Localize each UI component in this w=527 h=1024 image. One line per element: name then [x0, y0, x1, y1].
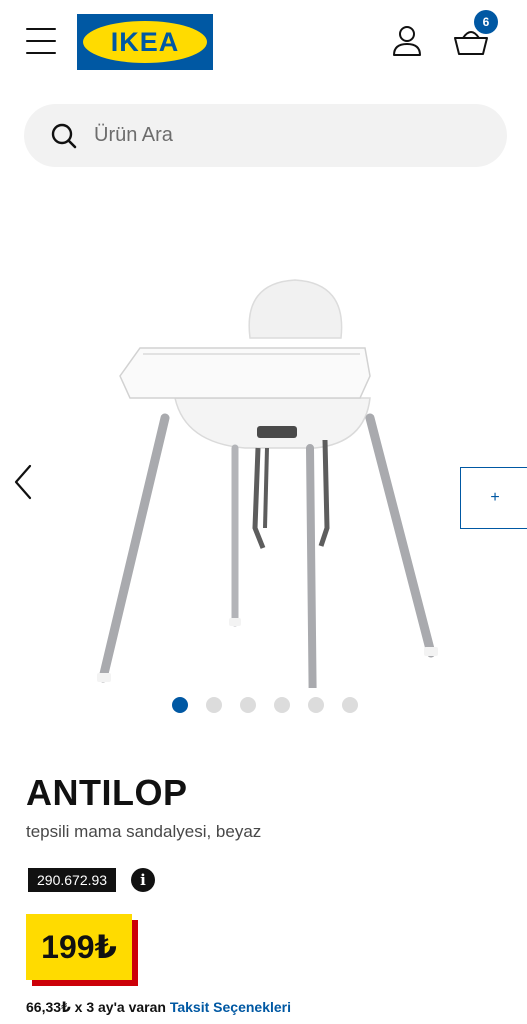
product-description: tepsili mama sandalyesi, beyaz — [26, 822, 262, 841]
header: IKEA 6 — [0, 0, 527, 86]
menu-button[interactable] — [24, 22, 60, 60]
user-icon[interactable] — [388, 22, 426, 60]
product-gallery: + — [0, 180, 527, 688]
menu-icon-line — [26, 40, 56, 42]
installment-options-link[interactable]: Taksit Seçenekleri — [170, 999, 291, 1015]
cart-count-badge: 6 — [474, 10, 498, 34]
ikea-logo[interactable]: IKEA — [77, 14, 213, 70]
menu-icon-line — [26, 28, 56, 30]
carousel-dot-2[interactable] — [206, 697, 222, 713]
carousel-dot-1[interactable] — [172, 697, 188, 713]
add-to-list-button[interactable]: + — [460, 467, 527, 529]
logo-text: IKEA — [111, 27, 180, 57]
product-image[interactable] — [95, 228, 445, 688]
installment-text: 66,33₺ x 3 ay'a varan — [26, 999, 166, 1015]
menu-icon-line — [26, 52, 56, 54]
article-number: 290.672.93 — [28, 868, 117, 892]
price: 199₺ — [26, 914, 132, 980]
carousel-dot-4[interactable] — [274, 697, 290, 713]
price-tag: 199₺ — [26, 914, 140, 986]
previous-image-chevron-icon[interactable] — [6, 462, 40, 502]
carousel-dots — [172, 697, 358, 713]
search-placeholder: Ürün Ara — [94, 124, 173, 146]
installment-info: 66,33₺ x 3 ay'a varan Taksit Seçenekleri — [26, 999, 291, 1016]
search-icon — [51, 123, 77, 149]
search-input[interactable]: Ürün Ara — [24, 104, 507, 167]
carousel-dot-5[interactable] — [308, 697, 324, 713]
carousel-dot-3[interactable] — [240, 697, 256, 713]
product-name: ANTILOP — [26, 772, 188, 813]
info-icon[interactable]: i — [131, 868, 155, 892]
carousel-dot-6[interactable] — [342, 697, 358, 713]
